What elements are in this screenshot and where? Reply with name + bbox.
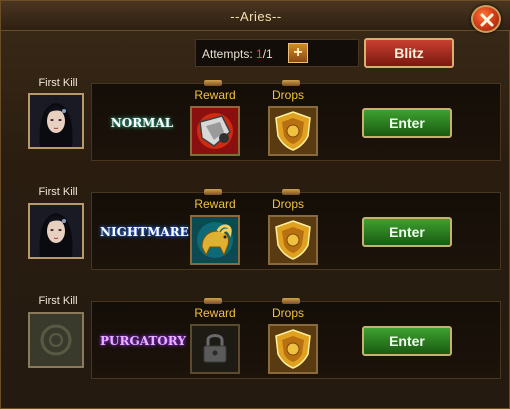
first-kill-avatar[interactable] xyxy=(28,93,84,149)
panel-decoration xyxy=(282,298,300,304)
add-attempts-button[interactable]: + xyxy=(288,43,308,63)
padlock-icon xyxy=(192,326,238,372)
panel-decoration xyxy=(282,80,300,86)
drops-slot[interactable] xyxy=(268,324,318,374)
attempts-bar: Attempts: 1/1 + xyxy=(195,39,359,67)
drops-label: Drops xyxy=(271,88,304,102)
stage-row-nightmare: NIGHTMARE Reward Drops Enter xyxy=(91,189,501,270)
difficulty-label: NIGHTMARE xyxy=(100,225,189,239)
attempts-label: Attempts: xyxy=(202,47,257,61)
enter-button[interactable]: Enter xyxy=(362,108,452,138)
drops-label: Drops xyxy=(271,197,304,211)
panel-decoration xyxy=(204,298,222,304)
empty-slot-icon xyxy=(30,314,82,366)
armor-gauntlet-icon xyxy=(192,108,238,154)
drops-label: Drops xyxy=(271,306,304,320)
attempts-used: 1 xyxy=(256,47,263,61)
enter-button[interactable]: Enter xyxy=(362,326,452,356)
panel-decoration xyxy=(282,189,300,195)
close-button[interactable] xyxy=(471,5,501,33)
gold-shield-icon xyxy=(270,108,316,154)
reward-label: Reward xyxy=(194,306,236,320)
reward-label: Reward xyxy=(194,88,236,102)
difficulty-label: PURGATORY xyxy=(100,334,186,348)
stage-row-normal: NORMAL Reward Drops Enter xyxy=(91,80,501,161)
difficulty-label: NORMAL xyxy=(110,116,174,130)
gold-ram-icon xyxy=(192,217,238,263)
reward-label: Reward xyxy=(194,197,236,211)
stage-row-purgatory: PURGATORY Reward Drops Enter xyxy=(91,298,501,379)
drops-slot[interactable] xyxy=(268,106,318,156)
first-kill-label: First Kill xyxy=(38,186,78,198)
close-icon xyxy=(480,13,494,27)
enter-button[interactable]: Enter xyxy=(362,217,452,247)
first-kill-label: First Kill xyxy=(38,77,78,89)
heroine-portrait-icon xyxy=(30,95,82,147)
reward-slot[interactable] xyxy=(190,215,240,265)
reward-slot[interactable] xyxy=(190,106,240,156)
reward-slot-locked[interactable] xyxy=(190,324,240,374)
blitz-button[interactable]: Blitz xyxy=(364,38,454,68)
panel-decoration xyxy=(204,80,222,86)
first-kill-avatar[interactable] xyxy=(28,203,84,259)
gold-shield-icon xyxy=(270,326,316,372)
aries-dungeon-window: --Aries-- Attempts: 1/1 + Blitz First Ki… xyxy=(0,0,510,409)
panel-decoration xyxy=(204,189,222,195)
gold-shield-icon xyxy=(270,217,316,263)
heroine-portrait-icon xyxy=(30,205,82,257)
title-bar: --Aries-- xyxy=(1,1,510,31)
attempts-total: /1 xyxy=(262,47,273,61)
first-kill-avatar-locked[interactable] xyxy=(28,312,84,368)
drops-slot[interactable] xyxy=(268,215,318,265)
window-title: --Aries-- xyxy=(230,9,282,24)
first-kill-label: First Kill xyxy=(38,295,78,307)
attempts-text: Attempts: 1/1 xyxy=(202,47,273,61)
